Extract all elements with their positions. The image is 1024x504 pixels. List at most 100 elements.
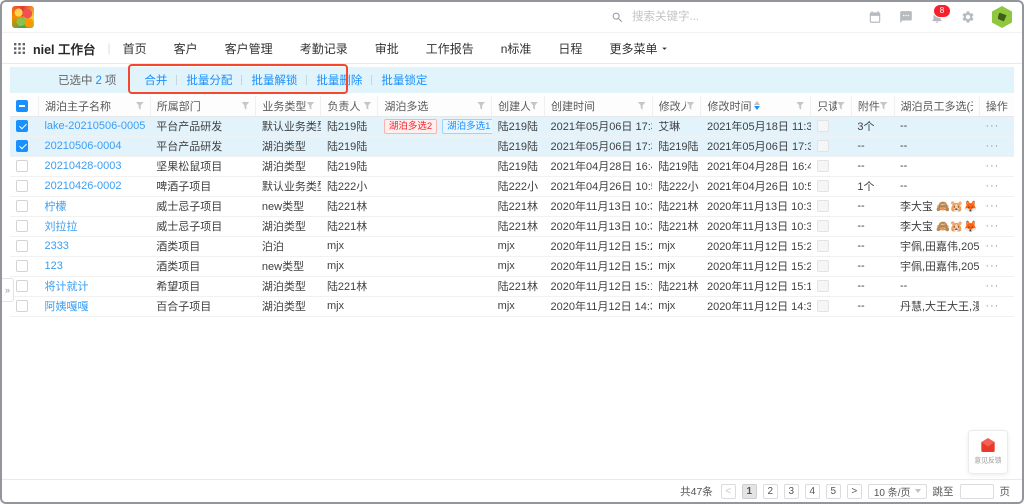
settings-gear-icon[interactable] bbox=[961, 10, 975, 24]
user-avatar[interactable] bbox=[992, 6, 1012, 28]
row-actions-button[interactable]: ··· bbox=[985, 260, 999, 272]
readonly-checkbox bbox=[817, 200, 829, 212]
row-checkbox[interactable] bbox=[16, 140, 28, 152]
filter-icon[interactable] bbox=[880, 102, 888, 110]
record-link[interactable]: 2333 bbox=[44, 240, 68, 252]
jump-page-input[interactable] bbox=[960, 484, 994, 499]
row-checkbox[interactable] bbox=[16, 280, 28, 292]
global-search[interactable] bbox=[611, 10, 784, 24]
app-logo[interactable] bbox=[12, 6, 34, 28]
row-actions-button[interactable]: ··· bbox=[985, 120, 999, 132]
page-button[interactable]: 1 bbox=[742, 484, 757, 499]
workspace-title[interactable]: niel 工作台 bbox=[33, 39, 96, 58]
tag-blue[interactable]: 湖泊多选1 bbox=[442, 119, 492, 134]
nav-item[interactable]: 审批 bbox=[375, 40, 399, 57]
filter-icon[interactable] bbox=[796, 102, 804, 110]
sort-asc-icon[interactable] bbox=[754, 101, 760, 105]
sort-desc-icon[interactable] bbox=[754, 106, 760, 110]
row-checkbox[interactable] bbox=[16, 180, 28, 192]
filter-icon[interactable] bbox=[306, 102, 314, 110]
row-select-cell[interactable] bbox=[10, 236, 38, 256]
row-actions-button[interactable]: ··· bbox=[985, 180, 999, 192]
feedback-button[interactable]: 意见反馈 bbox=[968, 430, 1008, 474]
batch-action-button[interactable]: 批量分配 bbox=[186, 72, 232, 88]
filter-icon[interactable] bbox=[477, 102, 485, 110]
row-actions-button[interactable]: ··· bbox=[985, 200, 999, 212]
row-select-cell[interactable] bbox=[10, 196, 38, 216]
actions-cell: ··· bbox=[979, 216, 1014, 236]
row-select-cell[interactable] bbox=[10, 136, 38, 156]
record-link[interactable]: 20210506-0004 bbox=[44, 140, 121, 152]
nav-item[interactable]: 客户管理 bbox=[225, 40, 273, 57]
record-link[interactable]: 刘拉拉 bbox=[44, 221, 77, 233]
expand-sidebar-handle[interactable]: » bbox=[2, 278, 14, 302]
row-checkbox[interactable] bbox=[16, 260, 28, 272]
row-select-cell[interactable] bbox=[10, 176, 38, 196]
filter-icon[interactable] bbox=[241, 102, 249, 110]
filter-icon[interactable] bbox=[136, 102, 144, 110]
business-type-cell: 泊泊 bbox=[256, 236, 321, 256]
nav-more-menu[interactable]: 更多菜单 bbox=[609, 40, 670, 57]
checkbox-indeterminate-icon[interactable] bbox=[16, 100, 28, 112]
filter-icon[interactable] bbox=[638, 102, 646, 110]
next-page-button[interactable]: > bbox=[847, 484, 862, 499]
readonly-cell bbox=[811, 276, 852, 296]
filter-icon[interactable] bbox=[530, 102, 538, 110]
row-actions-button[interactable]: ··· bbox=[985, 280, 999, 292]
record-link[interactable]: 柠檬 bbox=[44, 201, 66, 213]
record-link[interactable]: 将计就计 bbox=[44, 281, 88, 293]
row-checkbox[interactable] bbox=[16, 300, 28, 312]
batch-action-button[interactable]: 批量锁定 bbox=[381, 72, 427, 88]
nav-item[interactable]: 客户 bbox=[174, 40, 198, 57]
batch-action-button[interactable]: 批量解锁 bbox=[251, 72, 297, 88]
nav-item[interactable]: n标准 bbox=[501, 40, 532, 57]
record-link[interactable]: lake-20210506-0005 bbox=[44, 120, 145, 132]
search-input[interactable] bbox=[630, 10, 784, 24]
notifications-bell[interactable]: 8 bbox=[930, 10, 944, 24]
filter-icon[interactable] bbox=[686, 102, 694, 110]
page-size-select[interactable]: 10 条/页 bbox=[868, 484, 927, 499]
select-all-checkbox[interactable] bbox=[10, 96, 38, 116]
row-select-cell[interactable] bbox=[10, 216, 38, 236]
tag-red[interactable]: 湖泊多选2 bbox=[384, 119, 437, 134]
page-button[interactable]: 3 bbox=[784, 484, 799, 499]
row-checkbox[interactable] bbox=[16, 120, 28, 132]
row-select-cell[interactable] bbox=[10, 116, 38, 136]
page-button[interactable]: 2 bbox=[763, 484, 778, 499]
prev-page-button[interactable]: < bbox=[721, 484, 736, 499]
apps-grid-icon[interactable] bbox=[14, 43, 25, 54]
chat-icon[interactable] bbox=[899, 10, 913, 24]
row-actions-button[interactable]: ··· bbox=[985, 240, 999, 252]
row-select-cell[interactable] bbox=[10, 276, 38, 296]
nav-item[interactable]: 考勤记录 bbox=[300, 40, 348, 57]
staff-multi-cell: 丹慧,大王大王,漫 bbox=[894, 296, 979, 316]
record-link[interactable]: 20210428-0003 bbox=[44, 160, 121, 172]
filter-icon[interactable] bbox=[363, 102, 371, 110]
record-link[interactable]: 20210426-0002 bbox=[44, 180, 121, 192]
row-actions-button[interactable]: ··· bbox=[985, 300, 999, 312]
row-actions-button[interactable]: ··· bbox=[985, 140, 999, 152]
page-button[interactable]: 5 bbox=[826, 484, 841, 499]
filter-icon[interactable] bbox=[837, 102, 845, 110]
row-select-cell[interactable] bbox=[10, 156, 38, 176]
row-checkbox[interactable] bbox=[16, 160, 28, 172]
row-checkbox[interactable] bbox=[16, 200, 28, 212]
row-actions-button[interactable]: ··· bbox=[985, 160, 999, 172]
creator-cell: mjx bbox=[492, 296, 545, 316]
sort-icons[interactable] bbox=[754, 101, 760, 110]
nav-item[interactable]: 日程 bbox=[558, 40, 582, 57]
name-cell: 将计就计 bbox=[38, 276, 150, 296]
nav-item[interactable]: 工作报告 bbox=[426, 40, 474, 57]
merge-button[interactable]: 合并 bbox=[144, 72, 167, 88]
nav-item[interactable]: 首页 bbox=[123, 40, 147, 57]
batch-action-button[interactable]: 批量删除 bbox=[316, 72, 362, 88]
record-link[interactable]: 123 bbox=[44, 260, 62, 272]
record-link[interactable]: 阿姨嘎嘎 bbox=[44, 301, 88, 313]
calendar-icon[interactable] bbox=[868, 10, 882, 24]
row-checkbox[interactable] bbox=[16, 220, 28, 232]
row-select-cell[interactable] bbox=[10, 296, 38, 316]
page-button[interactable]: 4 bbox=[805, 484, 820, 499]
row-checkbox[interactable] bbox=[16, 240, 28, 252]
row-actions-button[interactable]: ··· bbox=[985, 220, 999, 232]
row-select-cell[interactable] bbox=[10, 256, 38, 276]
